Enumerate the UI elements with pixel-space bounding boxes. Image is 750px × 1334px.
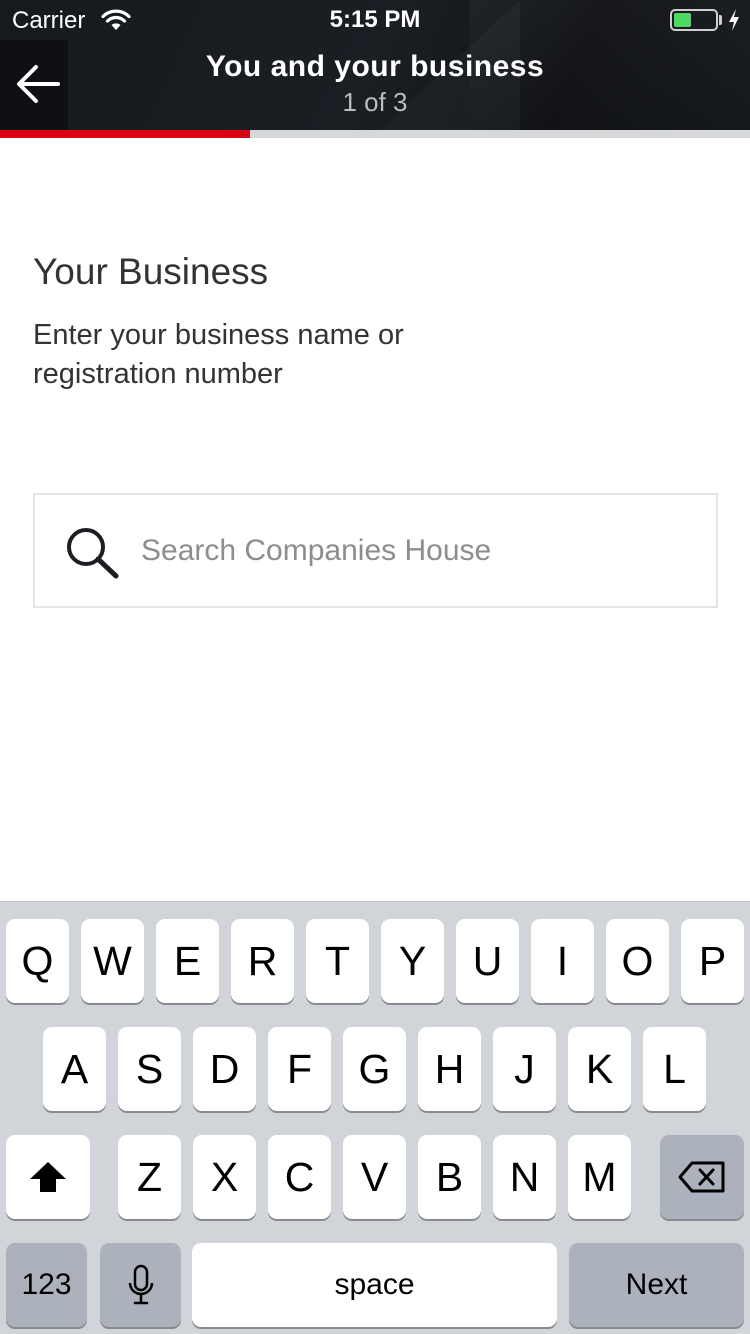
battery-nub: [719, 15, 722, 25]
key-e[interactable]: E: [156, 919, 219, 1003]
section-description: Enter your business name or registration…: [33, 319, 404, 390]
key-z[interactable]: Z: [118, 1135, 181, 1219]
status-time: 5:15 PM: [329, 6, 421, 33]
key-p[interactable]: P: [681, 919, 744, 1003]
key-u[interactable]: U: [456, 919, 519, 1003]
key-r[interactable]: R: [231, 919, 294, 1003]
key-n[interactable]: N: [493, 1135, 556, 1219]
app-header: Carrier 5:15 PM You and your business 1 …: [0, 0, 750, 130]
search-input[interactable]: [141, 515, 701, 587]
step-indicator: 1 of 3: [342, 87, 408, 117]
key-a[interactable]: A: [43, 1027, 106, 1111]
status-bar: Carrier 5:15 PM: [0, 0, 750, 40]
key-o[interactable]: O: [606, 919, 669, 1003]
shift-key[interactable]: [6, 1135, 90, 1219]
key-s[interactable]: S: [118, 1027, 181, 1111]
key-v[interactable]: V: [343, 1135, 406, 1219]
key-q[interactable]: Q: [6, 919, 69, 1003]
key-d[interactable]: D: [193, 1027, 256, 1111]
key-m[interactable]: M: [568, 1135, 631, 1219]
key-f[interactable]: F: [268, 1027, 331, 1111]
key-l[interactable]: L: [643, 1027, 706, 1111]
space-key[interactable]: space: [192, 1243, 557, 1327]
search-field[interactable]: [33, 493, 718, 608]
progress-bar: [0, 130, 750, 138]
battery-icon: [670, 9, 718, 31]
shift-icon: [30, 1162, 66, 1192]
microphone-icon: [128, 1264, 153, 1305]
key-c[interactable]: C: [268, 1135, 331, 1219]
numbers-key[interactable]: 123: [6, 1243, 87, 1327]
key-j[interactable]: J: [493, 1027, 556, 1111]
key-t[interactable]: T: [306, 919, 369, 1003]
key-h[interactable]: H: [418, 1027, 481, 1111]
on-screen-keyboard: Q W E R T Y U I O P A S D F G H J K L Z …: [0, 901, 750, 1334]
key-b[interactable]: B: [418, 1135, 481, 1219]
key-k[interactable]: K: [568, 1027, 631, 1111]
next-key[interactable]: Next: [569, 1243, 744, 1327]
key-y[interactable]: Y: [381, 919, 444, 1003]
progress-fill: [0, 130, 250, 138]
page-title: You and your business: [205, 50, 545, 83]
delete-icon: [678, 1161, 725, 1193]
dictation-key[interactable]: [100, 1243, 181, 1327]
section-title: Your Business: [33, 251, 269, 292]
key-w[interactable]: W: [81, 919, 144, 1003]
delete-key[interactable]: [660, 1135, 744, 1219]
search-icon: [67, 528, 119, 579]
key-g[interactable]: G: [343, 1027, 406, 1111]
battery-level: [674, 13, 691, 27]
key-x[interactable]: X: [193, 1135, 256, 1219]
key-i[interactable]: I: [531, 919, 594, 1003]
charging-bolt-icon: [729, 9, 739, 31]
